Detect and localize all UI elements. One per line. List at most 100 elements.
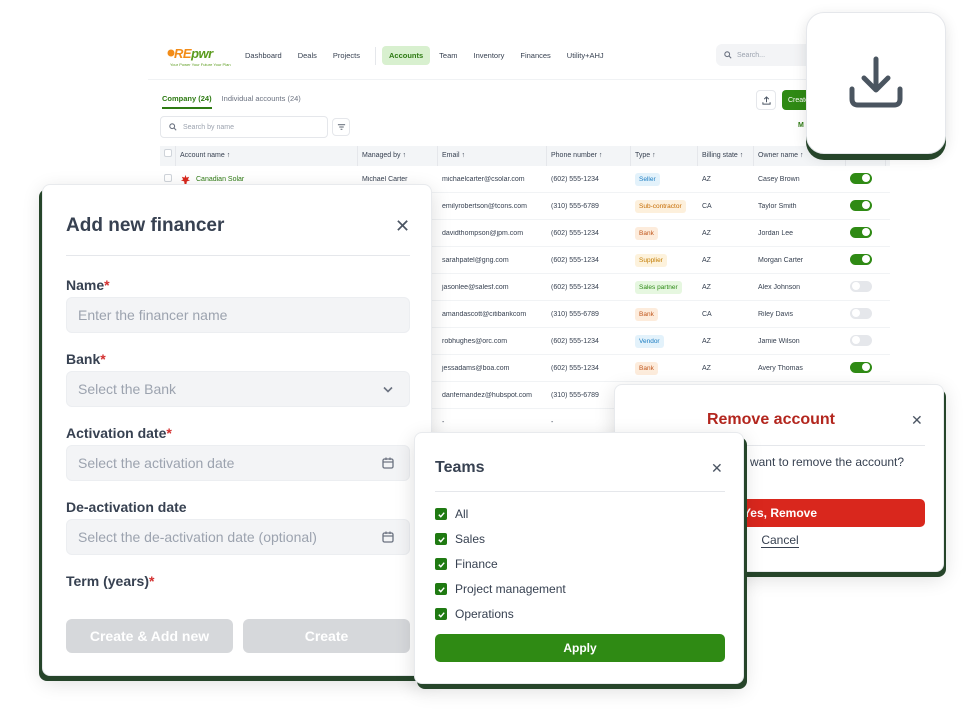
- logo-brand: REpwr: [174, 46, 213, 61]
- active-toggle[interactable]: [850, 280, 872, 292]
- download-card[interactable]: [806, 12, 946, 154]
- row-checkbox[interactable]: [164, 174, 172, 182]
- owner-name-cell: Jamie Wilson: [758, 337, 800, 345]
- email-cell: sarahpatel@gng.com: [442, 256, 509, 264]
- nav-utility-ahj[interactable]: Utility+AHJ: [560, 46, 611, 65]
- checkbox-checked-icon[interactable]: [435, 558, 447, 570]
- active-cell: [846, 280, 886, 294]
- teams-filter-dialog: Teams ✕ All Sales Finance Project manage…: [414, 432, 744, 684]
- filter-button[interactable]: [332, 118, 350, 136]
- deactivation-date-input[interactable]: Select the de-activation date (optional): [66, 519, 410, 555]
- email-cell: jasonlee@salesf.com: [442, 283, 509, 291]
- active-toggle[interactable]: [850, 172, 872, 184]
- checkbox-checked-icon[interactable]: [435, 583, 447, 595]
- maple-leaf-icon: [180, 174, 191, 184]
- type-badge: Sales partner: [635, 280, 682, 294]
- header-email[interactable]: Email ↑: [438, 146, 547, 166]
- type-cell: Sales partner: [631, 280, 698, 294]
- close-icon[interactable]: ✕: [711, 461, 723, 475]
- account-tabs: Company (24) Individual accounts (24): [162, 94, 301, 109]
- name-label: Name*: [66, 277, 110, 293]
- type-badge: Sub-contractor: [635, 199, 686, 213]
- financer-dialog-title: Add new financer: [66, 215, 225, 236]
- phone-cell: (602) 555-1234: [551, 337, 599, 345]
- type-cell: Supplier: [631, 253, 698, 267]
- header-managed-by[interactable]: Managed by ↑: [358, 146, 438, 166]
- teams-dialog-title: Teams: [435, 459, 485, 476]
- team-option-operations[interactable]: Operations: [435, 607, 514, 621]
- financer-name-input[interactable]: Enter the financer name: [66, 297, 410, 333]
- bank-select[interactable]: Select the Bank: [66, 371, 410, 407]
- active-toggle[interactable]: [850, 199, 872, 211]
- table-header: Account name ↑ Managed by ↑ Email ↑ Phon…: [160, 146, 890, 166]
- checkbox-checked-icon[interactable]: [435, 508, 447, 520]
- table-search-input[interactable]: Search by name: [160, 116, 328, 138]
- nav-team[interactable]: Team: [432, 46, 464, 65]
- checkbox-checked-icon[interactable]: [435, 533, 447, 545]
- type-cell: Bank: [631, 361, 698, 375]
- repwr-logo[interactable]: REpwr Your Power Your Future Your Plan: [167, 44, 231, 70]
- upload-button[interactable]: [756, 90, 776, 110]
- global-search-input[interactable]: Search...: [716, 44, 816, 66]
- active-toggle[interactable]: [850, 361, 872, 373]
- deactivation-date-label: De-activation date: [66, 499, 187, 515]
- calendar-icon[interactable]: [381, 456, 395, 470]
- top-navigation: REpwr Your Power Your Future Your Plan D…: [148, 36, 908, 80]
- header-billing-state[interactable]: Billing state ↑: [698, 146, 754, 166]
- active-cell: [846, 307, 886, 321]
- select-all-checkbox[interactable]: [164, 149, 172, 157]
- active-toggle[interactable]: [850, 226, 872, 238]
- main-nav: Dashboard Deals Projects Accounts Team I…: [238, 46, 613, 65]
- nav-finances[interactable]: Finances: [513, 46, 557, 65]
- header-phone-number[interactable]: Phone number ↑: [547, 146, 631, 166]
- create-financer-button[interactable]: Create: [243, 619, 410, 653]
- phone-cell: (310) 555-6789: [551, 310, 599, 318]
- owner-name-cell: Morgan Carter: [758, 256, 804, 264]
- type-badge: Bank: [635, 307, 658, 321]
- bank-label: Bank*: [66, 351, 106, 367]
- nav-dashboard[interactable]: Dashboard: [238, 46, 289, 65]
- apply-teams-button[interactable]: Apply: [435, 634, 725, 662]
- email-cell: danfernandez@hubspot.com: [442, 391, 532, 399]
- checkbox-checked-icon[interactable]: [435, 608, 447, 620]
- header-account-name[interactable]: Account name ↑: [176, 146, 358, 166]
- row-select-cell: [160, 174, 176, 184]
- team-option-all[interactable]: All: [435, 507, 468, 521]
- tab-company[interactable]: Company (24): [162, 94, 212, 109]
- team-option-sales[interactable]: Sales: [435, 532, 485, 546]
- active-cell: [846, 334, 886, 348]
- close-icon[interactable]: ✕: [395, 217, 410, 235]
- financer-name-placeholder: Enter the financer name: [78, 307, 228, 323]
- search-icon: [169, 123, 177, 131]
- active-toggle[interactable]: [850, 253, 872, 265]
- nav-accounts[interactable]: Accounts: [381, 46, 431, 65]
- add-financer-dialog: Add new financer ✕ Name* Enter the finan…: [42, 184, 432, 676]
- activation-date-input[interactable]: Select the activation date: [66, 445, 410, 481]
- team-option-finance[interactable]: Finance: [435, 557, 498, 571]
- financer-divider: [66, 255, 410, 256]
- type-badge: Vendor: [635, 334, 664, 348]
- type-cell: Bank: [631, 226, 698, 240]
- header-type[interactable]: Type ↑: [631, 146, 698, 166]
- calendar-icon[interactable]: [381, 530, 395, 544]
- team-option-label: Finance: [455, 557, 498, 571]
- nav-inventory[interactable]: Inventory: [467, 46, 512, 65]
- active-toggle[interactable]: [850, 334, 872, 346]
- billing-state-cell: CA: [702, 202, 712, 210]
- type-cell: Vendor: [631, 334, 698, 348]
- close-icon[interactable]: ✕: [911, 413, 923, 427]
- tab-individual-accounts[interactable]: Individual accounts (24): [222, 94, 301, 109]
- billing-state-cell: AZ: [702, 283, 711, 291]
- logo-tagline: Your Power Your Future Your Plan: [170, 62, 231, 67]
- phone-cell: (602) 555-1234: [551, 256, 599, 264]
- active-toggle[interactable]: [850, 307, 872, 319]
- account-name-link[interactable]: Canadian Solar: [180, 174, 358, 185]
- term-years-label: Term (years)*: [66, 573, 155, 589]
- create-and-add-new-button[interactable]: Create & Add new: [66, 619, 233, 653]
- team-option-project-management[interactable]: Project management: [435, 582, 566, 596]
- nav-projects[interactable]: Projects: [326, 46, 367, 65]
- nav-deals[interactable]: Deals: [291, 46, 324, 65]
- table-search-placeholder: Search by name: [183, 123, 234, 131]
- more-link[interactable]: M: [798, 122, 804, 129]
- owner-name-cell: Avery Thomas: [758, 364, 803, 372]
